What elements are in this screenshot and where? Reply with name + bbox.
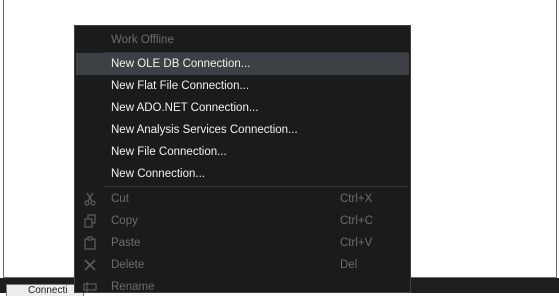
menu-item-label: Delete xyxy=(111,259,145,271)
scissors-icon xyxy=(83,192,97,206)
menu-item-delete[interactable]: Delete Del xyxy=(76,254,409,276)
connection-managers-tab-label: Connecti xyxy=(28,285,68,296)
menu-item-label: New ADO.NET Connection... xyxy=(111,102,259,114)
context-menu: Work Offline New OLE DB Connection... Ne… xyxy=(74,25,411,293)
connection-managers-tab[interactable]: Connecti xyxy=(6,284,84,296)
menu-item-label: Copy xyxy=(111,215,138,227)
menu-item-new-ole-db-connection[interactable]: New OLE DB Connection... xyxy=(76,53,409,75)
menu-item-shortcut: Ctrl+C xyxy=(340,215,373,227)
menu-item-shortcut: Ctrl+V xyxy=(340,237,373,249)
rename-icon xyxy=(83,280,97,292)
paste-icon xyxy=(83,236,97,250)
menu-item-label: New File Connection... xyxy=(111,146,227,158)
menu-item-label: Work Offline xyxy=(111,34,174,46)
menu-separator xyxy=(103,186,408,187)
menu-item-rename[interactable]: Rename xyxy=(76,276,409,293)
menu-item-label: New Connection... xyxy=(111,168,205,180)
menu-item-shortcut: Del xyxy=(340,259,358,271)
menu-item-new-connection[interactable]: New Connection... xyxy=(76,163,409,185)
copy-icon xyxy=(83,214,97,228)
menu-item-cut[interactable]: Cut Ctrl+X xyxy=(76,188,409,210)
menu-item-label: New Flat File Connection... xyxy=(111,80,250,92)
menu-item-label: Cut xyxy=(111,193,129,205)
menu-item-label: Rename xyxy=(111,281,155,293)
menu-item-copy[interactable]: Copy Ctrl+C xyxy=(76,210,409,232)
menu-item-new-flat-file-connection[interactable]: New Flat File Connection... xyxy=(76,75,409,97)
menu-item-new-ado-net-connection[interactable]: New ADO.NET Connection... xyxy=(76,97,409,119)
menu-item-label: New OLE DB Connection... xyxy=(111,58,251,70)
menu-item-shortcut: Ctrl+X xyxy=(340,193,373,205)
menu-item-work-offline[interactable]: Work Offline xyxy=(76,29,409,51)
menu-item-paste[interactable]: Paste Ctrl+V xyxy=(76,232,409,254)
menu-item-new-file-connection[interactable]: New File Connection... xyxy=(76,141,409,163)
menu-item-label: New Analysis Services Connection... xyxy=(111,124,298,136)
delete-x-icon xyxy=(83,258,97,272)
menu-item-new-analysis-services-connection[interactable]: New Analysis Services Connection... xyxy=(76,119,409,141)
menu-item-label: Paste xyxy=(111,237,141,249)
